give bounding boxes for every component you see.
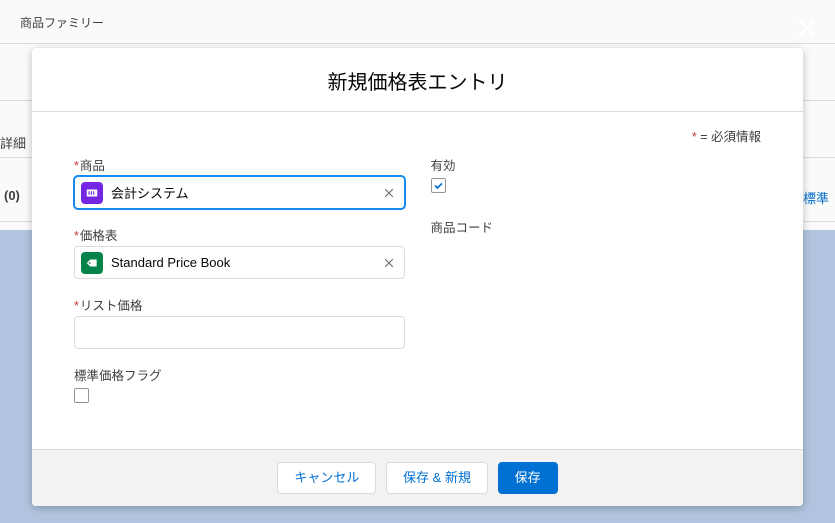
bg-row-1: 商品ファミリー xyxy=(0,0,835,44)
form-grid: *商品 会計システム *価格表 xyxy=(74,155,761,419)
standard-price-flag-checkbox[interactable] xyxy=(74,388,89,403)
standard-price-flag-label: 標準価格フラグ xyxy=(74,365,405,384)
bg-count-badge: (0) xyxy=(4,188,20,203)
modal-title: 新規価格表エントリ xyxy=(52,66,783,95)
pricebook-field: *価格表 Standard Price Book xyxy=(74,225,405,279)
product-lookup[interactable]: 会計システム xyxy=(74,176,405,209)
pricebook-value: Standard Price Book xyxy=(111,255,380,270)
cancel-button[interactable]: キャンセル xyxy=(277,462,376,494)
close-icon[interactable] xyxy=(793,14,821,42)
active-field: 有効 xyxy=(431,155,762,193)
modal-footer: キャンセル 保存 & 新規 保存 xyxy=(32,449,803,506)
list-price-field: *リスト価格 xyxy=(74,295,405,349)
list-price-input[interactable] xyxy=(74,316,405,349)
modal-header: 新規価格表エントリ xyxy=(32,48,803,112)
pricebook-lookup[interactable]: Standard Price Book xyxy=(74,246,405,279)
modal-body: * = 必須情報 *商品 会計システム xyxy=(32,112,803,449)
list-price-label: *リスト価格 xyxy=(74,295,405,314)
modal-dialog: 新規価格表エントリ * = 必須情報 *商品 会計システム xyxy=(32,48,803,506)
bg-detail-tab: 詳細 xyxy=(0,133,26,152)
pricebook-icon xyxy=(81,252,103,274)
product-code-field: 商品コード xyxy=(431,217,762,236)
product-field: *商品 会計システム xyxy=(74,155,405,209)
active-label: 有効 xyxy=(431,155,762,174)
product-code-label: 商品コード xyxy=(431,217,762,236)
bg-standard-link[interactable]: 標準 xyxy=(803,188,829,207)
standard-price-flag-field: 標準価格フラグ xyxy=(74,365,405,403)
required-info-note: * = 必須情報 xyxy=(74,126,761,145)
bg-product-family-label: 商品ファミリー xyxy=(20,14,104,31)
save-and-new-button[interactable]: 保存 & 新規 xyxy=(386,462,488,494)
right-column: 有効 商品コード xyxy=(431,155,762,419)
product-icon xyxy=(81,182,103,204)
product-label: *商品 xyxy=(74,155,405,174)
required-text: = 必須情報 xyxy=(697,130,761,144)
save-button[interactable]: 保存 xyxy=(498,462,558,494)
active-checkbox[interactable] xyxy=(431,178,446,193)
left-column: *商品 会計システム *価格表 xyxy=(74,155,405,419)
product-value: 会計システム xyxy=(111,183,380,202)
pricebook-clear-icon[interactable] xyxy=(380,254,398,272)
pricebook-label: *価格表 xyxy=(74,225,405,244)
product-clear-icon[interactable] xyxy=(380,184,398,202)
